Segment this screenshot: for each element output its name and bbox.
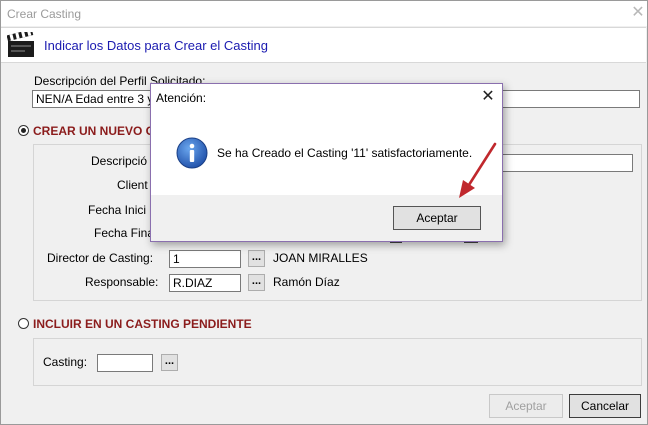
annotation-arrow-icon — [459, 142, 497, 198]
fecha-inicio-label: Fecha Inici — [88, 203, 147, 217]
director-name: JOAN MIRALLES — [273, 251, 368, 265]
director-input[interactable]: 1 — [169, 250, 241, 268]
header-banner: Indicar los Datos para Crear el Casting — [1, 27, 646, 63]
cancelar-button[interactable]: Cancelar — [569, 394, 641, 418]
director-label: Director de Casting: — [47, 251, 154, 265]
responsable-name: Ramón Díaz — [273, 275, 340, 289]
casting-label: Casting: — [43, 355, 88, 369]
crear-section-title: CREAR UN NUEVO C — [33, 124, 155, 138]
responsable-label: Responsable: — [85, 275, 159, 289]
info-icon — [176, 137, 208, 169]
dialog-close-icon[interactable]: ✕ — [477, 86, 499, 108]
casting-browse-button[interactable]: ... — [161, 354, 178, 371]
incluir-section-title: INCLUIR EN UN CASTING PENDIENTE — [33, 317, 252, 331]
crear-radio[interactable] — [18, 125, 29, 136]
descripcion-label: Descripció — [91, 154, 148, 168]
responsable-input[interactable]: R.DIAZ — [169, 274, 241, 292]
responsable-browse-button[interactable]: ... — [248, 274, 265, 291]
alert-dialog: Atención: ✕ Se ha Creado el Casting '11'… — [150, 83, 503, 242]
director-browse-button[interactable]: ... — [248, 250, 265, 267]
dialog-message: Se ha Creado el Casting '11' satisfactor… — [217, 146, 473, 160]
clapperboard-icon — [7, 32, 34, 57]
header-title: Indicar los Datos para Crear el Casting — [44, 38, 268, 53]
incluir-radio[interactable] — [18, 318, 29, 329]
title-bar: Crear Casting ✕ — [1, 1, 647, 26]
dialog-footer: Aceptar — [151, 195, 502, 241]
descripcion-input[interactable] — [500, 154, 633, 172]
dialog-title: Atención: — [156, 91, 207, 105]
fecha-fin-label: Fecha Fina — [94, 226, 155, 240]
aceptar-button[interactable]: Aceptar — [489, 394, 563, 418]
dialog-ok-button[interactable]: Aceptar — [393, 206, 481, 230]
window-title: Crear Casting — [7, 7, 82, 21]
cliente-label: Client — [117, 178, 148, 192]
casting-input[interactable] — [97, 354, 153, 372]
window-close-icon[interactable]: ✕ — [629, 3, 647, 23]
